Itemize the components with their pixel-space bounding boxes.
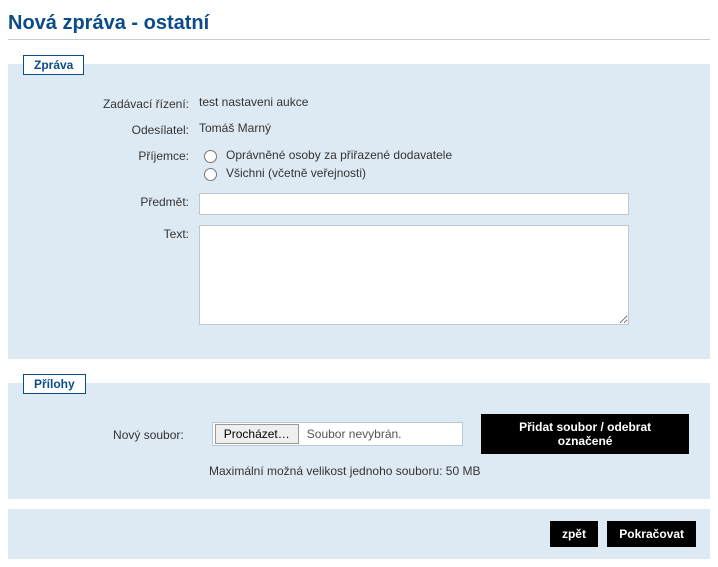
size-hint: Maximální možná velikost jednoho souboru… [209,464,689,478]
back-button[interactable]: zpět [550,521,598,547]
page-title: Nová zpráva - ostatní [8,12,710,40]
add-file-button[interactable]: Přidat soubor / odebrat označené [481,414,689,454]
proceeding-label: Zadávací řízení: [29,95,199,111]
recipient-option1-radio[interactable] [204,150,217,163]
action-bar: zpět Pokračovat [8,509,710,559]
subject-input[interactable] [199,193,629,215]
new-file-label: Nový soubor: [29,426,194,442]
recipient-option2-label: Všichni (včetně veřejnosti) [226,166,366,180]
file-input-box[interactable]: Procházet… Soubor nevybrán. [212,422,464,446]
browse-button[interactable]: Procházet… [215,424,299,444]
file-status: Soubor nevybrán. [301,427,402,441]
recipient-label: Příjemce: [29,147,199,163]
attachments-legend: Přílohy [23,374,86,394]
attachments-panel: Přílohy Nový soubor: Procházet… Soubor n… [8,383,710,499]
message-panel: Zpráva Zadávací řízení: test nastaveni a… [8,64,710,359]
sender-label: Odesílatel: [29,121,199,137]
continue-button[interactable]: Pokračovat [607,521,696,547]
recipient-option1-label: Oprávněné osoby za přiřazené dodavatele [226,148,452,162]
subject-label: Předmět: [29,193,199,209]
text-label: Text: [29,225,199,241]
text-textarea[interactable] [199,225,629,325]
sender-value: Tomáš Marný [199,121,689,135]
recipient-option2-radio[interactable] [204,168,217,181]
proceeding-value: test nastaveni aukce [199,95,689,109]
message-legend: Zpráva [23,55,84,75]
